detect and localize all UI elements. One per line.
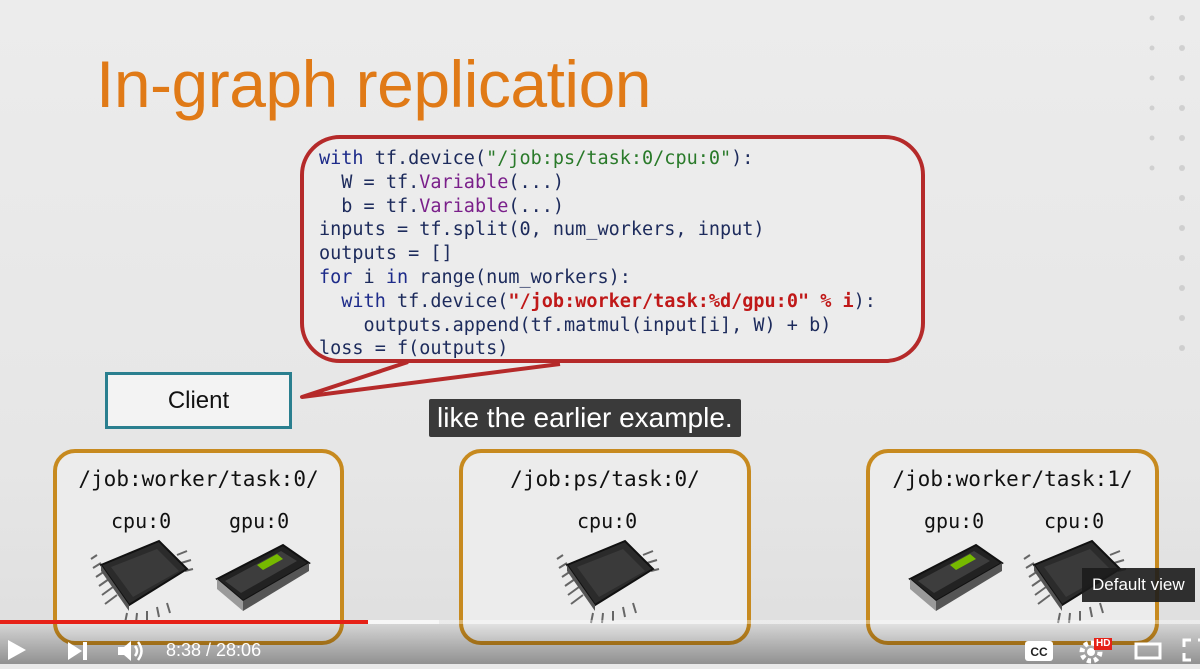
device-label: cpu:0: [577, 509, 638, 533]
device-label: cpu:0: [1044, 509, 1105, 533]
fullscreen-icon[interactable]: [1182, 638, 1200, 662]
code-line: with tf.device("/job:worker/task:%d/gpu:…: [341, 290, 876, 312]
code-line: for i in range(num_workers):: [319, 266, 631, 288]
code-block: with tf.device("/job:ps/task:0/cpu:0"): …: [319, 147, 876, 361]
tooltip: Default view: [1082, 568, 1195, 602]
gpu-card-icon: [908, 543, 1004, 611]
gpu-card-icon: [215, 543, 311, 611]
code-line: outputs = []: [319, 243, 453, 265]
code-bubble: with tf.device("/job:ps/task:0/cpu:0"): …: [300, 135, 925, 363]
code-line: b = tf.Variable(...): [319, 195, 565, 217]
subtitle-caption: like the earlier example.: [429, 399, 741, 437]
code-line: with tf.device("/job:ps/task:0/cpu:0"):: [319, 148, 754, 169]
client-label: Client: [167, 386, 230, 414]
hd-badge: HD: [1094, 638, 1113, 650]
code-line: outputs.append(tf.matmul(input[i], W) + …: [319, 314, 832, 336]
settings-button[interactable]: HD: [1078, 636, 1113, 664]
task-box-worker-0: /job:worker/task:0/ cpu:0 gpu:0: [53, 449, 344, 645]
task-label: /job:worker/task:1/: [892, 467, 1133, 491]
cpu-chip-icon: [556, 539, 660, 624]
theater-icon[interactable]: [1134, 642, 1162, 660]
device-label: cpu:0: [111, 509, 172, 533]
play-icon[interactable]: [6, 638, 28, 662]
slide: In-graph replication with tf.device("/jo…: [0, 0, 1200, 664]
task-box-ps-0: /job:ps/task:0/ cpu:0: [459, 449, 751, 645]
code-line: loss = f(outputs): [319, 338, 509, 360]
task-box-worker-1: /job:worker/task:1/ gpu:0 cpu:0: [866, 449, 1159, 645]
device-label: gpu:0: [229, 509, 290, 533]
cc-icon[interactable]: CC: [1024, 640, 1054, 662]
next-icon[interactable]: [66, 640, 90, 662]
time-display: 8:38 / 28:06: [166, 640, 262, 660]
svg-text:CC: CC: [1030, 645, 1048, 659]
volume-icon[interactable]: [116, 638, 146, 664]
progress-played: [0, 620, 369, 624]
client-box: Client: [105, 372, 292, 429]
device-label: gpu:0: [924, 509, 985, 533]
code-line: W = tf.Variable(...): [319, 171, 565, 193]
task-label: /job:worker/task:0/: [78, 467, 319, 491]
task-label: /job:ps/task:0/: [510, 467, 700, 491]
code-line: inputs = tf.split(0, num_workers, input): [319, 219, 765, 241]
cpu-chip-icon: [90, 539, 194, 624]
